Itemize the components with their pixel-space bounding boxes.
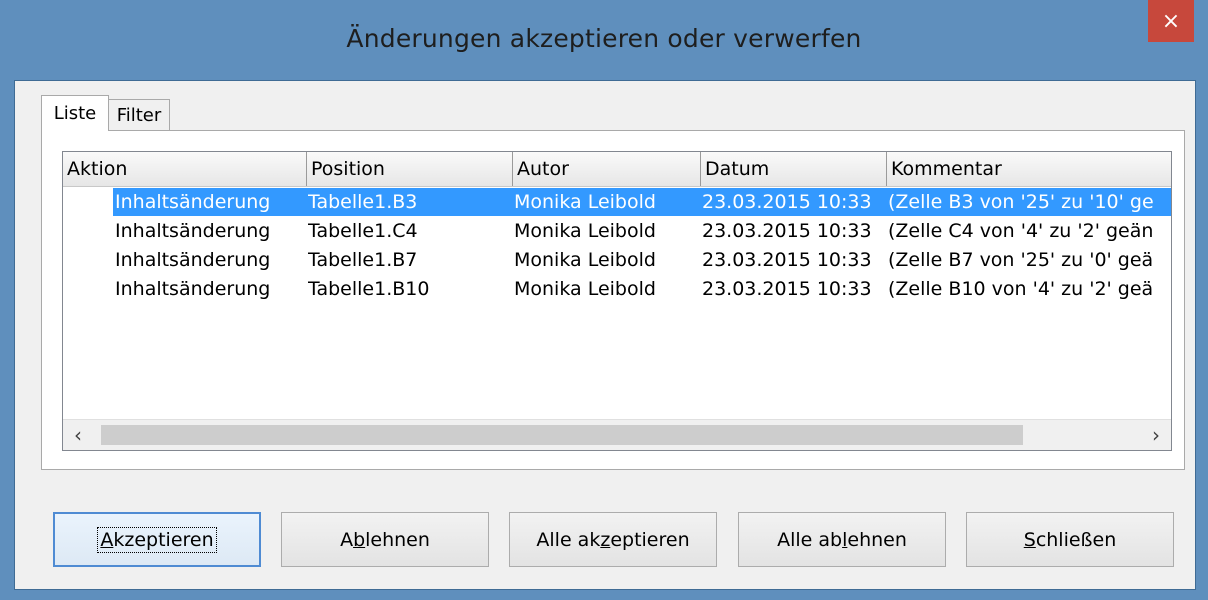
cell-aktion: Inhaltsänderung [115,220,271,242]
cell-datum: 23.03.2015 10:33 [702,220,872,242]
label-part: chließen [1035,528,1117,551]
cell-datum: 23.03.2015 10:33 [702,278,872,300]
changes-list[interactable]: Aktion Position Autor Datum Kommentar In… [62,151,1172,451]
mnemonic: b [353,528,366,551]
dialog-window: Änderungen akzeptieren oder verwerfen × … [0,0,1208,600]
mnemonic: A [100,528,114,551]
cell-aktion: Inhaltsänderung [115,249,271,271]
list-header: Aktion Position Autor Datum Kommentar [63,152,1171,187]
title-bar: Änderungen akzeptieren oder verwerfen × [0,0,1208,90]
cell-autor: Monika Leibold [514,191,656,213]
column-header-datum[interactable]: Datum [701,152,887,186]
scroll-right-button[interactable]: › [1141,420,1171,450]
reject-all-button[interactable]: Alle ablehnen [738,512,946,567]
label-part: A [340,528,354,551]
chevron-left-icon: ‹ [74,423,82,447]
chevron-right-icon: › [1152,423,1160,447]
column-header-kommentar[interactable]: Kommentar [887,152,1171,186]
label-part: Alle ak [536,528,601,551]
close-button[interactable]: Schließen [966,512,1174,567]
close-button-label: Schließen [1024,529,1117,551]
accept-button[interactable]: Akzeptieren [53,512,261,567]
label-part: kzeptieren [113,528,214,551]
cell-autor: Monika Leibold [514,278,656,300]
table-row[interactable]: Inhaltsänderung Tabelle1.B10 Monika Leib… [63,275,1171,304]
scrollbar-thumb[interactable] [101,425,1023,445]
cell-kommentar: (Zelle C4 von '4' zu '2' geän [888,220,1154,242]
scroll-left-button[interactable]: ‹ [63,420,93,450]
horizontal-scrollbar[interactable]: ‹ › [63,419,1171,450]
close-icon: × [1161,8,1181,34]
mnemonic: S [1023,528,1036,551]
cell-kommentar: (Zelle B10 von '4' zu '2' geä [888,278,1154,300]
table-row[interactable]: Inhaltsänderung Tabelle1.B3 Monika Leibo… [63,188,1171,217]
accept-all-button[interactable]: Alle akzeptieren [509,512,717,567]
tab-liste[interactable]: Liste [41,95,109,131]
cell-position: Tabelle1.B7 [308,249,418,271]
list-rows: Inhaltsänderung Tabelle1.B3 Monika Leibo… [63,188,1171,304]
cell-position: Tabelle1.B10 [308,278,430,300]
dialog-body: Liste Filter Aktion Position Autor Datum… [14,80,1196,590]
cell-aktion: Inhaltsänderung [115,191,271,213]
reject-button[interactable]: Ablehnen [281,512,489,567]
cell-kommentar: (Zelle B7 von '25' zu '0' geä [888,249,1154,271]
reject-button-label: Ablehnen [340,529,430,551]
cell-datum: 23.03.2015 10:33 [702,249,872,271]
close-window-button[interactable]: × [1148,0,1194,42]
accept-button-label: Akzeptieren [97,526,217,553]
cell-position: Tabelle1.C4 [308,220,418,242]
label-part: lehnen [365,528,430,551]
column-header-aktion[interactable]: Aktion [63,152,307,186]
column-header-autor[interactable]: Autor [513,152,701,186]
accept-all-button-label: Alle akzeptieren [536,529,689,551]
cell-kommentar: (Zelle B3 von '25' zu '10' ge [888,191,1154,213]
tab-filter[interactable]: Filter [108,99,170,131]
column-header-position[interactable]: Position [307,152,513,186]
cell-autor: Monika Leibold [514,220,656,242]
label-part: eptieren [610,528,690,551]
mnemonic: z [600,528,611,551]
label-part: ehnen [847,528,907,551]
reject-all-button-label: Alle ablehnen [777,529,907,551]
tab-panel-liste: Aktion Position Autor Datum Kommentar In… [41,130,1185,470]
label-part: Alle ab [777,528,843,551]
table-row[interactable]: Inhaltsänderung Tabelle1.B7 Monika Leibo… [63,246,1171,275]
cell-position: Tabelle1.B3 [308,191,418,213]
cell-aktion: Inhaltsänderung [115,278,271,300]
table-row[interactable]: Inhaltsänderung Tabelle1.C4 Monika Leibo… [63,217,1171,246]
window-title: Änderungen akzeptieren oder verwerfen [346,24,862,53]
cell-datum: 23.03.2015 10:33 [702,191,872,213]
cell-autor: Monika Leibold [514,249,656,271]
